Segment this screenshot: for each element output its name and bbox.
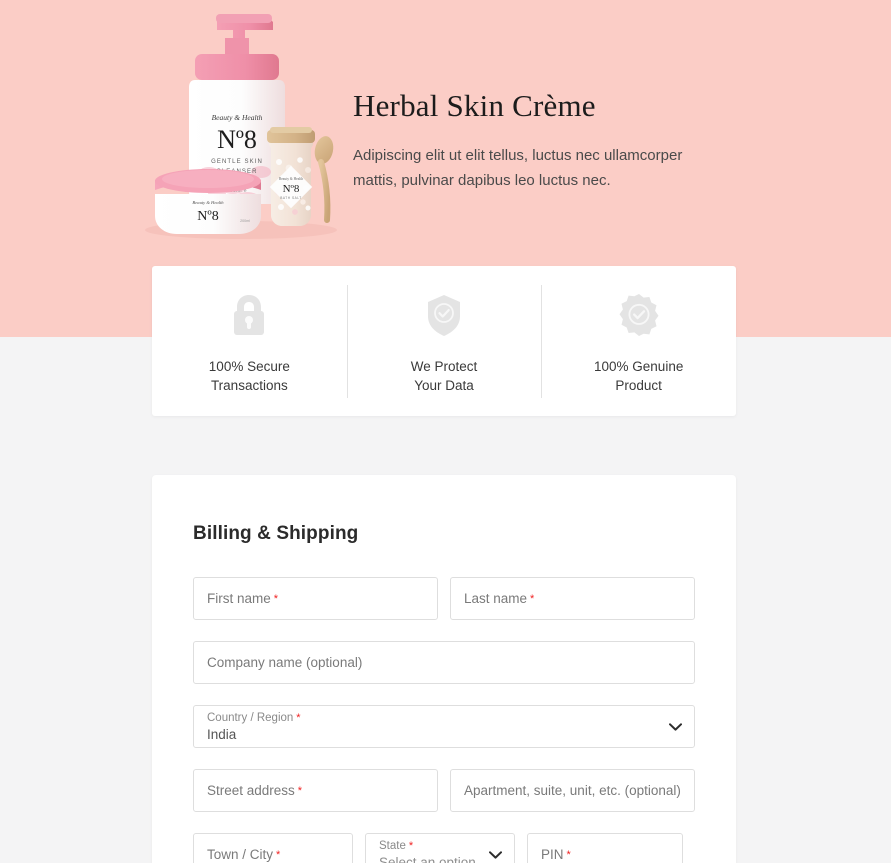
chevron-down-icon	[489, 850, 502, 859]
trust-label-line2: Transactions	[210, 378, 288, 393]
svg-text:200ml: 200ml	[240, 219, 250, 223]
form-section-title: Billing & Shipping	[193, 523, 359, 544]
shield-check-icon	[424, 293, 464, 337]
chevron-down-icon	[669, 722, 682, 731]
svg-text:BATH SALT: BATH SALT	[280, 196, 301, 200]
svg-text:Nº8: Nº8	[283, 183, 300, 195]
svg-text:Beauty & Health: Beauty & Health	[279, 177, 304, 181]
trust-label-line1: 100% Genuine	[594, 359, 684, 374]
required-marker: *	[408, 839, 414, 852]
last-name-input[interactable]: Last name *	[450, 577, 695, 620]
form-row-city-state-pin: Town / City * State * Select an option… P…	[193, 833, 695, 863]
form-row-country: Country / Region * India	[193, 705, 695, 748]
company-name-input[interactable]: Company name (optional)	[193, 641, 695, 684]
state-label: State *	[379, 839, 414, 852]
apartment-input[interactable]: Apartment, suite, unit, etc. (optional)	[450, 769, 695, 812]
billing-shipping-form-card: Billing & Shipping First name * Last nam…	[152, 475, 736, 863]
svg-text:Nº8: Nº8	[217, 125, 257, 154]
street-address-placeholder: Street address	[207, 783, 295, 798]
state-value: Select an option…	[379, 854, 490, 863]
svg-text:Beauty & Health: Beauty & Health	[212, 113, 263, 122]
page-title: Herbal Skin Crème	[353, 88, 596, 123]
hero-copy: Herbal Skin Crème Adipiscing elit ut eli…	[353, 88, 713, 193]
trust-label-line2: Your Data	[414, 378, 474, 393]
country-region-value: India	[207, 726, 237, 742]
pin-input[interactable]: PIN *	[527, 833, 683, 863]
town-city-placeholder: Town / City	[207, 847, 274, 862]
svg-text:Beauty & Health: Beauty & Health	[192, 200, 224, 205]
required-marker: *	[296, 711, 301, 724]
trust-label: We Protect Your Data	[411, 357, 478, 395]
trust-label: 100% Genuine Product	[594, 357, 683, 395]
hero-subtitle: Adipiscing elit ut elit tellus, luctus n…	[353, 146, 683, 189]
form-row-name: First name * Last name *	[193, 577, 695, 620]
country-region-label: Country / Region *	[207, 711, 301, 724]
required-marker: *	[276, 848, 281, 861]
trust-item-secure-transactions: 100% Secure Transactions	[152, 266, 347, 416]
apartment-placeholder: Apartment, suite, unit, etc. (optional)	[464, 783, 681, 798]
trust-label-line1: We Protect	[410, 359, 478, 374]
trust-badges-card: 100% Secure Transactions We Protect Your…	[152, 266, 736, 416]
form-row-address: Street address * Apartment, suite, unit,…	[193, 769, 695, 812]
svg-text:Nº8: Nº8	[197, 209, 218, 224]
required-marker: *	[297, 784, 303, 797]
country-region-select[interactable]: Country / Region * India	[193, 705, 695, 748]
trust-label-line2: Product	[615, 378, 662, 393]
product-image: Beauty & Health Nº8 GENTLE SKIN CLEANSER…	[133, 2, 349, 240]
first-name-input[interactable]: First name *	[193, 577, 438, 620]
form-row-company: Company name (optional)	[193, 641, 695, 684]
required-marker: *	[273, 592, 279, 605]
trust-label: 100% Secure Transactions	[209, 357, 290, 395]
trust-label-line1: 100% Secure	[208, 359, 290, 374]
company-name-placeholder: Company name (optional)	[207, 655, 363, 670]
required-marker: *	[530, 592, 535, 605]
pin-placeholder: PIN	[541, 847, 564, 862]
trust-item-genuine-product: 100% Genuine Product	[541, 266, 736, 416]
first-name-placeholder: First name	[207, 591, 271, 606]
lock-icon	[229, 293, 269, 337]
checkout-page: Beauty & Health Nº8 GENTLE SKIN CLEANSER…	[0, 0, 891, 863]
svg-text:GENTLE SKIN: GENTLE SKIN	[211, 159, 263, 165]
form-fields: First name * Last name * Company name (o…	[193, 577, 695, 863]
street-address-input[interactable]: Street address *	[193, 769, 438, 812]
trust-item-protect-data: We Protect Your Data	[346, 266, 542, 416]
last-name-placeholder: Last name	[464, 591, 528, 606]
badge-check-icon	[617, 293, 661, 337]
required-marker: *	[566, 848, 571, 861]
state-select[interactable]: State * Select an option…	[365, 833, 515, 863]
town-city-input[interactable]: Town / City *	[193, 833, 353, 863]
